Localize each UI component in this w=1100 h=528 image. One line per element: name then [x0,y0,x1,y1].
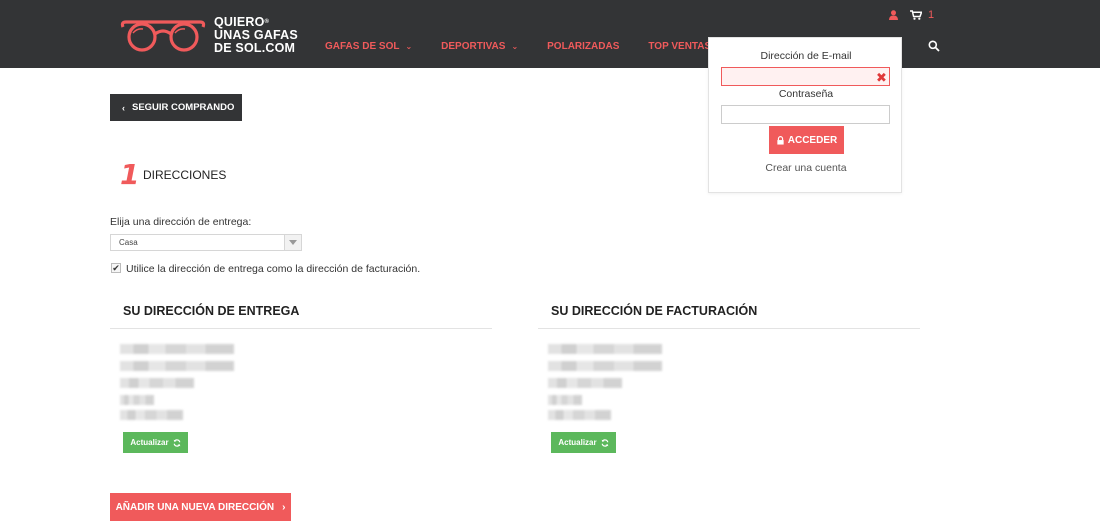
delivery-address-section: SU DIRECCIÓN DE ENTREGA Actualizar [110,304,492,453]
chevron-right-icon: › [282,501,286,513]
update-label: Actualizar [130,438,169,447]
nav-item-label: DEPORTIVAS [441,41,506,52]
logo-line-1: QUIERO [214,14,265,29]
nav-item-label: GAFAS DE SOL [325,41,400,52]
login-button[interactable]: ACCEDER [769,126,844,154]
email-label: Dirección de E-mail [760,50,852,62]
step-title: DIRECCIONES [143,168,227,182]
step-number: 1 [120,158,140,191]
password-field[interactable] [721,105,890,124]
refresh-icon [173,438,180,447]
update-delivery-address-button[interactable]: Actualizar [123,432,188,453]
billing-address-section: SU DIRECCIÓN DE FACTURACIÓN Actualizar [538,304,920,453]
redacted-line [548,344,662,354]
logo-line-3: DE SOL.COM [214,40,296,55]
redacted-line [548,378,622,388]
chevron-down-icon: ⌄ [405,42,413,51]
glasses-logo-icon [120,20,206,52]
dropdown-arrow-icon[interactable] [284,235,301,250]
selected-address: Casa [119,238,138,247]
password-label: Contraseña [778,88,834,100]
nav-item-top-ventas[interactable]: TOP VENTAS [648,41,711,52]
site-logo[interactable]: QUIERO® UNAS GAFAS DE SOL.COM [120,14,298,56]
redacted-line [548,410,611,420]
login-button-label: ACCEDER [787,134,838,146]
delivery-address-select[interactable]: Casa [110,234,302,251]
chevron-down-icon: ⌄ [511,42,519,51]
update-billing-address-button[interactable]: Actualizar [551,432,616,453]
redacted-line [120,410,183,420]
nav-item-polarizadas[interactable]: POLARIZADAS [547,41,619,52]
cart-icon[interactable] [910,10,922,20]
refresh-icon [601,438,608,447]
billing-address-title: SU DIRECCIÓN DE FACTURACIÓN [538,304,920,329]
redacted-line [548,395,582,405]
continue-shopping-button[interactable]: ‹ SEGUIR COMPRANDO [110,94,242,121]
same-address-checkbox[interactable]: ✔ [111,263,121,273]
top-header: QUIERO® UNAS GAFAS DE SOL.COM GAFAS DE S… [0,0,1100,68]
redacted-line [120,344,234,354]
registered-mark: ® [264,18,270,25]
cart-count-badge[interactable]: 1 [928,9,934,21]
header-icons: 1 [889,9,934,21]
redacted-line [120,395,154,405]
redacted-line [548,361,662,371]
add-new-address-label: AÑADIR UNA NUEVA DIRECCIÓN [115,501,275,513]
same-address-label[interactable]: Utilice la dirección de entrega como la … [126,263,420,275]
error-icon: ✖ [876,70,887,85]
user-icon[interactable] [889,10,898,20]
nav-item-gafas-de-sol[interactable]: GAFAS DE SOL ⌄ [325,41,412,52]
delivery-address-title: SU DIRECCIÓN DE ENTREGA [110,304,492,329]
redacted-line [120,361,234,371]
chevron-left-icon: ‹ [122,102,125,113]
nav-item-label: TOP VENTAS [648,41,712,52]
create-account-link[interactable]: Crear una cuenta [709,162,903,174]
update-label: Actualizar [558,438,597,447]
nav-item-deportivas[interactable]: DEPORTIVAS ⌄ [441,41,518,52]
nav-item-label: POLARIZADAS [547,41,620,52]
add-new-address-button[interactable]: AÑADIR UNA NUEVA DIRECCIÓN › [110,493,291,521]
continue-shopping-label: SEGUIR COMPRANDO [132,102,235,113]
email-field[interactable] [721,67,890,86]
delivery-address-label: Elija una dirección de entrega: [110,216,252,228]
redacted-line [120,378,194,388]
lock-icon [777,135,784,145]
login-dropdown: Dirección de E-mail ✖ Contraseña ACCEDER… [708,37,902,193]
logo-line-2: UNAS GAFAS [214,27,298,42]
search-icon[interactable] [928,40,940,52]
logo-wordmark: QUIERO® UNAS GAFAS DE SOL.COM [214,14,298,55]
